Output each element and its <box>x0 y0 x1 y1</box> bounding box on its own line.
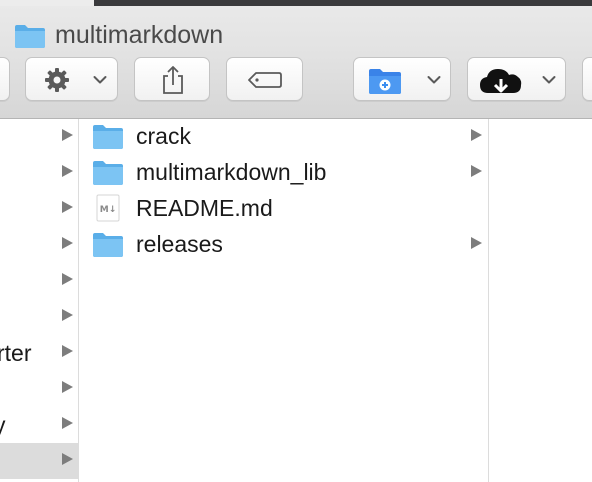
disclosure-arrow-icon <box>62 273 73 285</box>
empty-preview-column <box>489 119 592 482</box>
share-button[interactable] <box>134 57 210 101</box>
toolbar <box>0 56 592 119</box>
title-bar[interactable]: multimarkdown <box>0 6 592 56</box>
folder-icon <box>93 233 123 257</box>
folder-add-icon <box>369 69 401 94</box>
item-name: releases <box>136 231 223 257</box>
disclosure-arrow-icon <box>62 381 73 393</box>
item-name: multimarkdown_lib <box>136 159 327 185</box>
parent-row[interactable] <box>0 371 78 407</box>
chevron-down-icon <box>427 76 441 84</box>
list-item-readme[interactable]: M↓ README.md <box>79 191 488 227</box>
share-icon <box>163 66 183 94</box>
window-title: multimarkdown <box>55 21 224 49</box>
disclosure-arrow-icon <box>62 417 73 429</box>
markdown-file-icon: M↓ <box>96 194 120 222</box>
parent-row[interactable]: rter <box>0 335 78 371</box>
svg-text:M↓: M↓ <box>100 205 117 215</box>
parent-row[interactable] <box>0 155 78 191</box>
back-forward-button[interactable] <box>0 57 10 101</box>
disclosure-arrow-icon <box>62 165 73 177</box>
list-item-multimarkdown-lib[interactable]: multimarkdown_lib <box>79 155 488 191</box>
parent-row[interactable] <box>0 191 78 227</box>
parent-row[interactable] <box>0 119 78 155</box>
list-item-crack[interactable]: crack <box>79 119 488 155</box>
chevron-down-icon <box>93 76 107 84</box>
parent-row-selected[interactable] <box>0 443 78 479</box>
disclosure-arrow-icon <box>471 129 482 141</box>
list-item-releases[interactable]: releases <box>79 227 488 263</box>
chevron-down-icon <box>542 76 556 84</box>
column-browser: rter y crack <box>0 119 592 482</box>
disclosure-arrow-icon <box>62 453 73 465</box>
item-name: README.md <box>136 195 273 221</box>
disclosure-arrow-icon <box>62 129 73 141</box>
cloud-button[interactable] <box>467 57 566 101</box>
new-folder-button[interactable] <box>353 57 451 101</box>
parent-column: rter y <box>0 119 79 482</box>
partial-toolbar-button[interactable] <box>582 57 592 101</box>
item-name: crack <box>136 123 191 149</box>
disclosure-arrow-icon <box>471 165 482 177</box>
parent-row-label: y <box>0 412 6 439</box>
parent-row[interactable] <box>0 227 78 263</box>
disclosure-arrow-icon <box>62 309 73 321</box>
parent-row[interactable]: y <box>0 407 78 443</box>
current-folder-column: crack multimarkdown_lib M↓ README.md rel <box>79 119 489 482</box>
disclosure-arrow-icon <box>62 237 73 249</box>
gear-icon <box>45 68 69 92</box>
cloud-icon <box>480 69 522 93</box>
tag-icon <box>248 72 282 88</box>
parent-row[interactable] <box>0 263 78 299</box>
parent-row[interactable] <box>0 299 78 335</box>
folder-icon <box>93 125 123 149</box>
folder-icon <box>93 161 123 185</box>
folder-icon <box>15 25 45 48</box>
disclosure-arrow-icon <box>62 345 73 357</box>
action-button[interactable] <box>25 57 118 101</box>
disclosure-arrow-icon <box>471 237 482 249</box>
tags-button[interactable] <box>226 57 303 101</box>
parent-row-label: rter <box>0 340 32 366</box>
disclosure-arrow-icon <box>62 201 73 213</box>
